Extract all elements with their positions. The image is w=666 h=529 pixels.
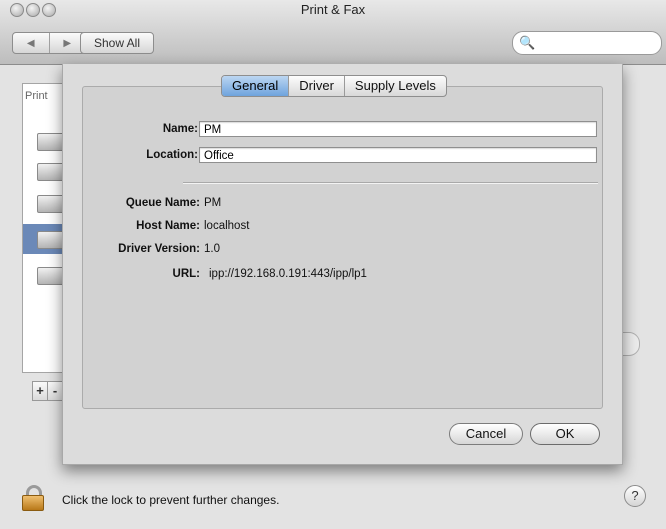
name-field[interactable]: PM [199, 121, 597, 137]
tab-bar: General Driver Supply Levels [221, 75, 447, 97]
lock-icon[interactable] [22, 485, 44, 511]
driver-version-label: Driver Version: [118, 243, 200, 255]
tab-driver[interactable]: Driver [288, 76, 344, 96]
window-title: Print & Fax [300, 2, 366, 17]
remove-printer-button[interactable]: - [47, 382, 62, 400]
queue-name-value: PM [204, 197, 222, 209]
host-name-label: Host Name: [136, 220, 200, 232]
add-printer-button[interactable]: + [33, 382, 47, 400]
ok-button[interactable]: OK [530, 423, 600, 445]
printer-icon [37, 231, 65, 249]
lock-body [22, 495, 44, 511]
location-field[interactable]: Office [199, 147, 597, 163]
cancel-button[interactable]: Cancel [449, 423, 523, 445]
preferences-pane: Print + - General Driver Supply Levels N… [0, 64, 666, 529]
printer-list-controls: + - [32, 381, 63, 401]
printer-info-sheet: General Driver Supply Levels Name: PM Lo… [62, 64, 623, 465]
back-arrow-icon: ◀ [26, 37, 35, 49]
name-label: Name: [162, 123, 198, 135]
printer-icon [37, 133, 65, 151]
host-name-value: localhost [204, 220, 250, 232]
search-field[interactable]: 🔍 [512, 31, 662, 55]
help-button[interactable]: ? [624, 485, 646, 507]
divider [183, 182, 598, 184]
printer-icon [37, 195, 65, 213]
printer-list-header: Print [25, 90, 48, 102]
queue-name-label: Queue Name: [125, 197, 200, 209]
driver-version-value: 1.0 [204, 243, 220, 255]
forward-arrow-icon: ▶ [63, 37, 72, 49]
general-tab-panel: Name: PM Location: Office Queue Name: PM… [82, 86, 603, 409]
search-icon: 🔍 [519, 35, 536, 50]
location-label: Location: [146, 149, 198, 161]
show-all-button[interactable]: Show All [80, 32, 154, 54]
printer-icon [37, 163, 65, 181]
back-button[interactable]: ◀ [13, 33, 49, 53]
printer-icon [37, 267, 65, 285]
lock-message: Click the lock to prevent further change… [62, 493, 280, 507]
tab-supply-levels[interactable]: Supply Levels [343, 76, 446, 96]
footer-bar: Click the lock to prevent further change… [0, 472, 666, 529]
navigation-buttons: ◀ ▶ [12, 32, 86, 54]
url-value: ipp://192.168.0.191:443/ipp/lp1 [209, 268, 367, 280]
url-label: URL: [172, 268, 200, 280]
window-titlebar: Print & Fax ◀ ▶ Show All 🔍 [0, 0, 666, 65]
tab-general[interactable]: General [222, 76, 289, 96]
